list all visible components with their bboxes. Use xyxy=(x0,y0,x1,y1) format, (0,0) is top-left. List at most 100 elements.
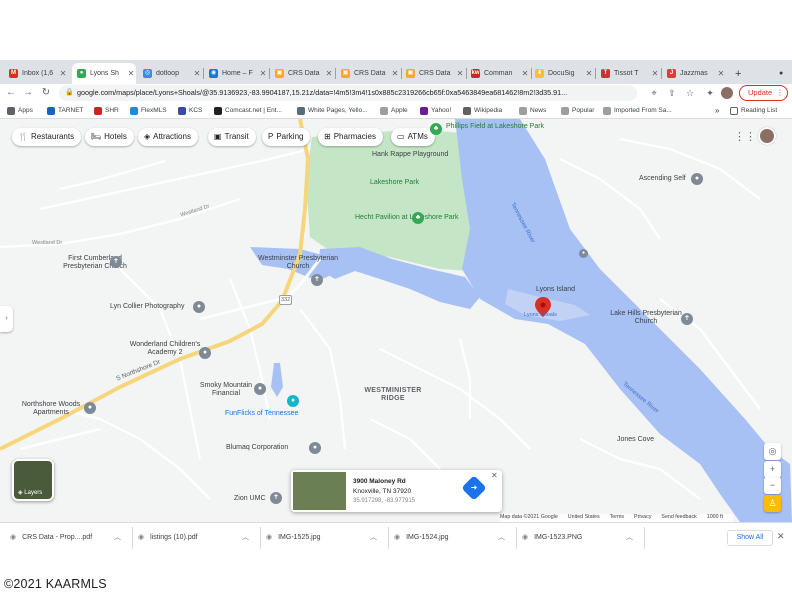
more-bookmarks-button[interactable]: » xyxy=(715,105,719,116)
park-pin-icon[interactable]: ♣ xyxy=(412,212,424,224)
chevron-up-icon[interactable]: ︿ xyxy=(114,531,121,545)
street-view-pegman-icon[interactable]: ♙ xyxy=(764,495,781,512)
browser-tab[interactable]: T Tissot T ✕ xyxy=(596,63,660,84)
zoom-in-button[interactable]: + xyxy=(764,461,781,478)
business-pin-icon[interactable]: ● xyxy=(309,442,321,454)
close-tab-icon[interactable]: ✕ xyxy=(390,69,400,78)
bookmark-item[interactable]: SHR xyxy=(94,105,119,116)
place-label-zion-umc[interactable]: Zion UMC xyxy=(234,495,266,503)
share-icon[interactable]: ⇪ xyxy=(665,86,679,100)
browser-tab[interactable]: ▣ CRS Data ✕ xyxy=(270,63,334,84)
google-apps-icon[interactable]: ⋮⋮ xyxy=(734,131,756,143)
place-label-phillips-field[interactable]: Phillips Field at Lakeshore Park xyxy=(446,123,544,131)
chip-transit[interactable]: ▣ Transit xyxy=(208,128,256,146)
download-item[interactable]: ◉ CRS Data - Prop....pdf ︿ xyxy=(10,531,128,545)
extensions-icon[interactable]: ✦ xyxy=(703,86,717,100)
attribution-item[interactable]: Send feedback xyxy=(661,514,696,520)
place-label-lyn-collier[interactable]: Lyn Collier Photography xyxy=(110,303,184,311)
map-canvas[interactable]: 🍴 Restaurants 🛏 Hotels ◈ Attractions ▣ Transit P… xyxy=(0,119,792,522)
account-avatar[interactable] xyxy=(758,127,776,145)
marina-pin-icon[interactable]: ● xyxy=(579,249,588,258)
chip-atms[interactable]: ▭ ATMs xyxy=(391,128,435,146)
expand-side-panel-button[interactable]: › xyxy=(0,306,13,332)
bookmark-item[interactable]: KCS xyxy=(178,105,202,116)
place-label-first-cumberland[interactable]: First Cumberland Presbyterian Church xyxy=(50,255,140,271)
attribution-item[interactable]: Terms xyxy=(610,514,624,520)
shop-pin-icon[interactable]: ● xyxy=(193,301,205,313)
bookmark-item[interactable]: White Pages, Yello... xyxy=(297,105,368,116)
update-button[interactable]: Update ⋮ xyxy=(739,85,788,101)
location-icon[interactable]: ⌖ xyxy=(647,86,661,100)
tab-search-icon[interactable]: ● xyxy=(774,63,788,84)
my-location-icon[interactable]: ◎ xyxy=(764,443,781,460)
place-label-jones-cove[interactable]: Jones Cove xyxy=(617,436,654,444)
bookmark-item[interactable]: Imported From Sa... xyxy=(603,105,672,116)
place-label-hank-rappe[interactable]: Hank Rappe Playground xyxy=(372,151,448,159)
download-item[interactable]: ◉ IMG-1524.jpg ︿ xyxy=(394,531,512,545)
chip-hotels[interactable]: 🛏 Hotels xyxy=(85,128,134,146)
bookmark-star-icon[interactable]: ☆ xyxy=(683,86,697,100)
place-info-card[interactable]: 3900 Maloney Rd Knoxville, TN 37920 35.9… xyxy=(291,470,502,512)
place-label-lakeshore-park[interactable]: Lakeshore Park xyxy=(370,179,419,187)
place-label-northshore-woods[interactable]: Northshore Woods Apartments xyxy=(14,401,88,417)
entertainment-pin-icon[interactable]: ● xyxy=(287,395,299,407)
show-all-downloads-button[interactable]: Show All xyxy=(727,530,773,546)
layers-button[interactable]: ◈ Layers xyxy=(12,459,54,501)
chevron-up-icon[interactable]: ︿ xyxy=(242,531,249,545)
place-label-hecht-pavilion[interactable]: Hecht Pavilion at Lakeshore Park xyxy=(355,214,459,222)
download-item[interactable]: ◉ IMG-1525.jpg ︿ xyxy=(266,531,384,545)
place-label-ascending-self[interactable]: Ascending Self xyxy=(639,175,686,183)
close-tab-icon[interactable]: ✕ xyxy=(455,69,465,78)
place-label-lyons-shoals[interactable]: Lyons Shoals xyxy=(524,311,557,319)
bookmark-item[interactable]: Popular xyxy=(561,105,594,116)
download-item[interactable]: ◉ IMG-1523.PNG ︿ xyxy=(522,531,640,545)
close-tab-icon[interactable]: ✕ xyxy=(258,69,268,78)
attribution-item[interactable]: 1000 ft xyxy=(707,514,723,520)
close-icon[interactable]: ✕ xyxy=(491,471,498,480)
zoom-out-button[interactable]: − xyxy=(764,477,781,494)
browser-tab[interactable]: ◎ dotloop ✕ xyxy=(138,63,202,84)
close-tab-icon[interactable]: ✕ xyxy=(716,69,726,78)
place-label-lyons-island[interactable]: Lyons Island xyxy=(536,286,575,294)
bookmark-item[interactable]: FlexMLS xyxy=(130,105,167,116)
reload-icon[interactable]: ↻ xyxy=(39,86,53,100)
close-tab-icon[interactable]: ✕ xyxy=(520,69,530,78)
bookmark-item[interactable]: News xyxy=(519,105,546,116)
close-tab-icon[interactable]: ✕ xyxy=(126,69,136,78)
apartment-pin-icon[interactable]: ● xyxy=(84,402,96,414)
church-pin-icon[interactable]: ✝ xyxy=(110,256,122,268)
close-tab-icon[interactable]: ✕ xyxy=(192,69,202,78)
browser-tab[interactable]: ▣ CRS Data ✕ xyxy=(401,63,465,84)
church-pin-icon[interactable]: ✝ xyxy=(681,313,693,325)
chevron-up-icon[interactable]: ︿ xyxy=(626,531,633,545)
bookmark-item[interactable]: Apps xyxy=(7,105,33,116)
close-icon[interactable]: ✕ xyxy=(777,531,785,542)
close-tab-icon[interactable]: ✕ xyxy=(324,69,334,78)
place-label-funflicks[interactable]: FunFlicks of Tennessee xyxy=(225,410,298,418)
address-bar[interactable]: 🔒 google.com/maps/place/Lyons+Shoals/@35… xyxy=(59,85,637,101)
school-pin-icon[interactable]: ● xyxy=(199,347,211,359)
finance-pin-icon[interactable]: ● xyxy=(254,383,266,395)
bookmark-item[interactable]: Wikipedia xyxy=(463,105,502,116)
browser-tab[interactable]: ▣ CRS Data ✕ xyxy=(336,63,400,84)
attribution-item[interactable]: Privacy xyxy=(634,514,651,520)
place-label-blumaq[interactable]: Blumaq Corporation xyxy=(226,444,288,452)
browser-tab[interactable]: J Jazzmas ✕ xyxy=(662,63,726,84)
place-photo[interactable] xyxy=(293,472,346,510)
park-pin-icon[interactable]: ♣ xyxy=(430,123,442,135)
close-tab-icon[interactable]: ✕ xyxy=(584,69,594,78)
place-label-westminster-presbyterian[interactable]: Westminster Presbyterian Church xyxy=(258,255,338,271)
forward-icon[interactable]: → xyxy=(21,86,35,100)
close-tab-icon[interactable]: ✕ xyxy=(58,69,68,78)
chip-parking[interactable]: P Parking xyxy=(262,128,311,146)
place-label-wonderland[interactable]: Wonderland Children's Academy 2 xyxy=(125,341,205,357)
new-tab-button[interactable]: + xyxy=(730,63,744,84)
place-label-smoky-mountain[interactable]: Smoky Mountain Financial xyxy=(196,382,256,398)
chevron-up-icon[interactable]: ︿ xyxy=(498,531,505,545)
profile-avatar-icon[interactable] xyxy=(721,87,733,99)
church-pin-icon[interactable]: ✝ xyxy=(270,492,282,504)
bookmark-item[interactable]: Apple xyxy=(380,105,408,116)
bookmark-item[interactable]: TARNET xyxy=(47,105,84,116)
chip-pharmacies[interactable]: ⊞ Pharmacies xyxy=(318,128,383,146)
download-item[interactable]: ◉ listings (10).pdf ︿ xyxy=(138,531,256,545)
